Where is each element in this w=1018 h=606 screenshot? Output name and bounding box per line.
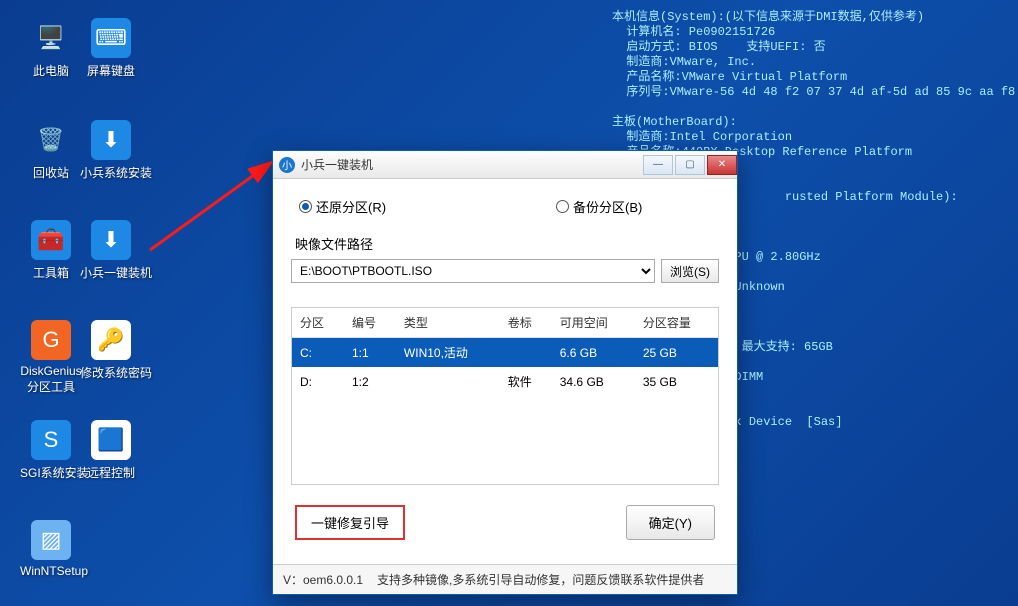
app-icon: 小 xyxy=(279,157,295,173)
app-icon: 🟦 xyxy=(91,420,131,460)
ok-button[interactable]: 确定(Y) xyxy=(626,505,715,540)
desktop-icon-DiskGenius分区工具[interactable]: G DiskGenius 分区工具 xyxy=(20,320,82,395)
column-header[interactable]: 可用空间 xyxy=(552,308,635,338)
cell-free: 6.6 GB xyxy=(552,338,635,368)
status-text: 支持多种镜像,多系统引导自动修复，问题反馈联系软件提供者 xyxy=(377,571,704,588)
column-header[interactable]: 类型 xyxy=(396,308,500,338)
desktop-icon-屏幕键盘[interactable]: ⌨ 屏幕键盘 xyxy=(80,18,142,79)
icon-label: 回收站 xyxy=(20,164,82,181)
desktop-icon-WinNTSetup[interactable]: ▨ WinNTSetup xyxy=(20,520,82,578)
column-header[interactable]: 分区容量 xyxy=(635,308,718,338)
app-icon: 🗑️ xyxy=(31,120,71,160)
app-icon: S xyxy=(31,420,71,460)
radio-backup-label: 备份分区(B) xyxy=(573,197,642,216)
cell-vol xyxy=(500,338,552,368)
desktop-icon-回收站[interactable]: 🗑️ 回收站 xyxy=(20,120,82,181)
icon-label: 小兵系统安装 xyxy=(80,164,142,181)
desktop-icon-修改系统密码[interactable]: 🔑 修改系统密码 xyxy=(80,320,142,381)
app-icon: ⬇ xyxy=(91,120,131,160)
icon-label: 工具箱 xyxy=(20,264,82,281)
table-row[interactable]: C:1:1WIN10,活动 6.6 GB25 GB xyxy=(292,338,718,368)
desktop-icon-工具箱[interactable]: 🧰 工具箱 xyxy=(20,220,82,281)
icon-label: 小兵一键装机 xyxy=(80,264,142,281)
column-header[interactable]: 卷标 xyxy=(500,308,552,338)
column-header[interactable]: 分区 xyxy=(292,308,344,338)
icon-label: 远程控制 xyxy=(80,464,142,481)
app-icon: ▨ xyxy=(31,520,71,560)
icon-label: DiskGenius 分区工具 xyxy=(20,364,82,395)
repair-boot-button[interactable]: 一键修复引导 xyxy=(295,505,405,540)
close-button[interactable]: ✕ xyxy=(707,155,737,175)
cell-num: 1:1 xyxy=(344,338,396,368)
path-label: 映像文件路径 xyxy=(291,234,719,253)
app-icon: G xyxy=(31,320,71,360)
icon-label: WinNTSetup xyxy=(20,564,82,578)
cell-partition: D: xyxy=(292,367,344,396)
desktop-icon-小兵一键装机[interactable]: ⬇ 小兵一键装机 xyxy=(80,220,142,281)
icon-label: 屏幕键盘 xyxy=(80,62,142,79)
desktop-icon-小兵系统安装[interactable]: ⬇ 小兵系统安装 xyxy=(80,120,142,181)
app-icon: 🧰 xyxy=(31,220,71,260)
titlebar[interactable]: 小 小兵一键装机 — ▢ ✕ xyxy=(273,151,737,179)
app-icon: 🔑 xyxy=(91,320,131,360)
cell-num: 1:2 xyxy=(344,367,396,396)
app-icon: 🖥️ xyxy=(31,18,71,58)
icon-label: SGI系统安装 xyxy=(20,464,82,481)
radio-backup[interactable]: 备份分区(B) xyxy=(556,197,642,216)
cell-total: 35 GB xyxy=(635,367,718,396)
installer-window: 小 小兵一键装机 — ▢ ✕ 还原分区(R) 备份分区(B) 映像文件路径 E:… xyxy=(272,150,738,595)
cell-type xyxy=(396,367,500,396)
status-bar: V：oem6.0.0.1 支持多种镜像,多系统引导自动修复，问题反馈联系软件提供… xyxy=(273,564,737,594)
column-header[interactable]: 编号 xyxy=(344,308,396,338)
maximize-button[interactable]: ▢ xyxy=(675,155,705,175)
minimize-button[interactable]: — xyxy=(643,155,673,175)
cell-type: WIN10,活动 xyxy=(396,338,500,368)
icon-label: 修改系统密码 xyxy=(80,364,142,381)
radio-restore[interactable]: 还原分区(R) xyxy=(299,197,386,216)
window-title: 小兵一键装机 xyxy=(301,156,641,173)
radio-restore-label: 还原分区(R) xyxy=(316,197,386,216)
desktop-icon-此电脑[interactable]: 🖥️ 此电脑 xyxy=(20,18,82,79)
status-version: V：oem6.0.0.1 xyxy=(283,571,363,588)
cell-partition: C: xyxy=(292,338,344,368)
cell-total: 25 GB xyxy=(635,338,718,368)
icon-label: 此电脑 xyxy=(20,62,82,79)
desktop-icon-远程控制[interactable]: 🟦 远程控制 xyxy=(80,420,142,481)
app-icon: ⌨ xyxy=(91,18,131,58)
cell-free: 34.6 GB xyxy=(552,367,635,396)
app-icon: ⬇ xyxy=(91,220,131,260)
cell-vol: 软件 xyxy=(500,367,552,396)
table-row[interactable]: D:1:2 软件34.6 GB35 GB xyxy=(292,367,718,396)
image-path-select[interactable]: E:\BOOT\PTBOOTL.ISO xyxy=(291,259,655,283)
desktop-icon-SGI系统安装[interactable]: S SGI系统安装 xyxy=(20,420,82,481)
browse-button[interactable]: 浏览(S) xyxy=(661,259,719,283)
partition-table[interactable]: 分区编号类型卷标可用空间分区容量 C:1:1WIN10,活动 6.6 GB25 G… xyxy=(291,307,719,485)
